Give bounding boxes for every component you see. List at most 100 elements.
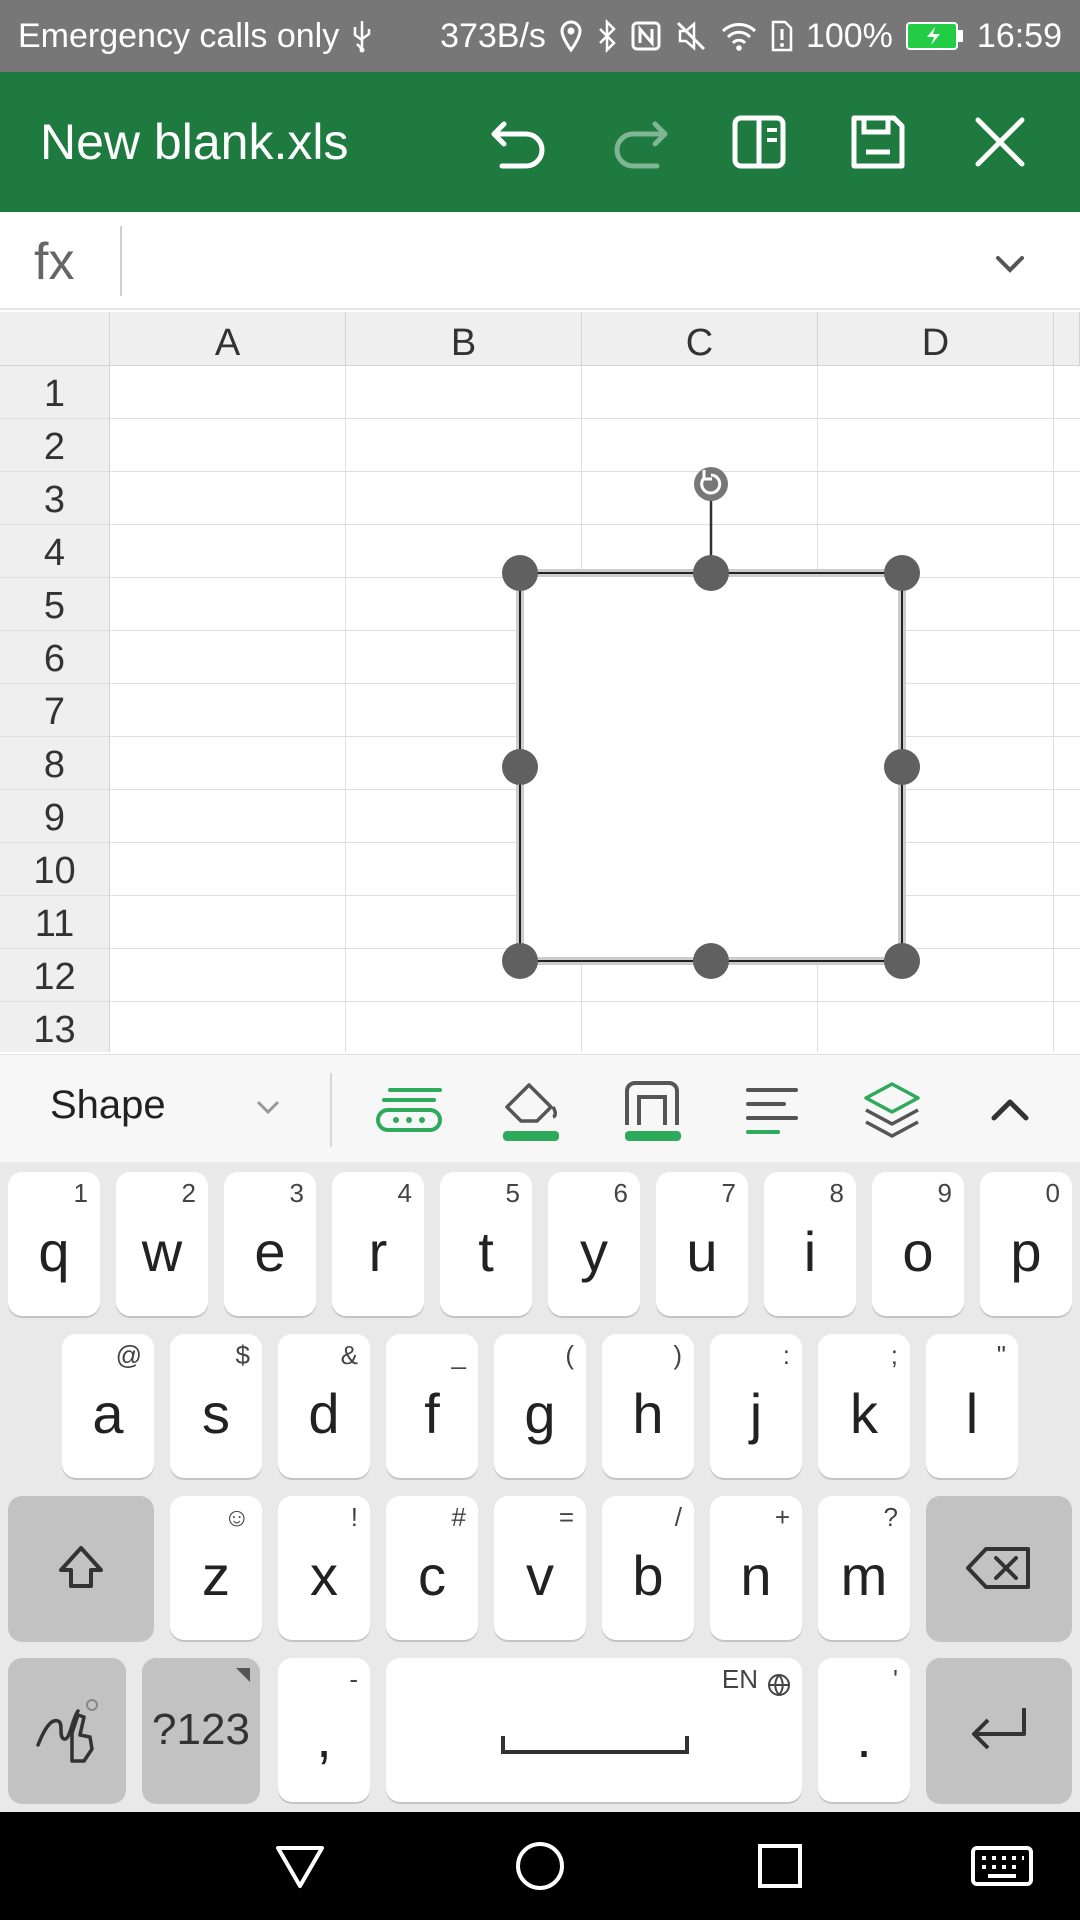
column-header-e[interactable] [1054, 312, 1080, 366]
formula-divider [120, 226, 122, 296]
recents-button[interactable] [748, 1834, 812, 1898]
row-header[interactable]: 6 [0, 631, 110, 684]
row-header[interactable]: 8 [0, 737, 110, 790]
line-style-icon [376, 1088, 442, 1132]
redo-icon [614, 121, 668, 169]
key-r[interactable]: r4 [332, 1172, 424, 1316]
row-header[interactable]: 7 [0, 684, 110, 737]
key-x[interactable]: x! [278, 1496, 370, 1640]
usb-icon [349, 19, 375, 53]
shift-key[interactable] [8, 1496, 154, 1640]
formula-input[interactable] [130, 222, 970, 300]
row-header[interactable]: 11 [0, 896, 110, 949]
grid-line [110, 471, 1080, 472]
row-header[interactable]: 13 [0, 1002, 110, 1052]
formula-expand-button[interactable] [990, 244, 1030, 284]
handwriting-key[interactable] [8, 1658, 126, 1802]
grid-line [110, 683, 1080, 684]
bluetooth-icon [596, 19, 618, 53]
key-w[interactable]: w2 [116, 1172, 208, 1316]
spreadsheet-grid[interactable]: A B C D 1 2 3 4 5 6 7 8 9 10 11 12 13 [0, 312, 1080, 1052]
select-all-corner[interactable] [0, 312, 110, 366]
column-header-a[interactable]: A [110, 312, 346, 366]
battery-percent: 100% [805, 16, 893, 55]
key-d[interactable]: d & [278, 1334, 370, 1478]
enter-key[interactable] [926, 1658, 1072, 1802]
collapse-toolbar-button[interactable] [970, 1075, 1050, 1145]
row-header[interactable]: 9 [0, 790, 110, 843]
app-header: New blank.xls [0, 72, 1080, 212]
fill-color-button[interactable] [490, 1075, 570, 1145]
home-button[interactable] [508, 1834, 572, 1898]
backspace-key[interactable] [926, 1496, 1072, 1640]
status-bar: Emergency calls only 373B/s 100% 16:59 [0, 0, 1080, 72]
key-f[interactable]: f _ [386, 1334, 478, 1478]
key-t[interactable]: t5 [440, 1172, 532, 1316]
key-p[interactable]: p0 [980, 1172, 1072, 1316]
key-m[interactable]: m? [818, 1496, 910, 1640]
key-o[interactable]: o9 [872, 1172, 964, 1316]
back-button[interactable] [268, 1834, 332, 1898]
shape-mode-select[interactable]: Shape [50, 1083, 166, 1128]
key-j[interactable]: j: [710, 1334, 802, 1478]
column-header-d[interactable]: D [818, 312, 1054, 366]
column-header-b[interactable]: B [346, 312, 582, 366]
key-u[interactable]: u7 [656, 1172, 748, 1316]
key-q[interactable]: q1 [8, 1172, 100, 1316]
network-speed: 373B/s [440, 16, 546, 55]
grid-line [110, 789, 1080, 790]
arrange-layers-button[interactable] [852, 1075, 932, 1145]
grid-line [110, 577, 1080, 578]
mute-icon [674, 19, 708, 53]
line-style-button[interactable] [372, 1075, 452, 1145]
key-v[interactable]: v = [494, 1496, 586, 1640]
enter-icon [972, 1708, 1026, 1750]
key-a[interactable]: a @ [62, 1334, 154, 1478]
mode-dropdown-button[interactable] [252, 1091, 284, 1123]
key-s[interactable]: s $ [170, 1334, 262, 1478]
undo-icon [491, 121, 545, 169]
align-button[interactable] [732, 1075, 812, 1145]
save-icon [851, 115, 905, 169]
battery-icon [905, 21, 965, 51]
key-period[interactable]: . ' [818, 1658, 910, 1802]
key-e[interactable]: e3 [224, 1172, 316, 1316]
globe-icon [768, 1674, 790, 1696]
document-title: New blank.xls [40, 114, 349, 170]
key-y[interactable]: y6 [548, 1172, 640, 1316]
row-header[interactable]: 5 [0, 578, 110, 631]
keyboard-switch-button[interactable] [962, 1834, 1042, 1898]
layers-icon [864, 1082, 920, 1138]
key-n[interactable]: n + [710, 1496, 802, 1640]
row-header[interactable]: 3 [0, 472, 110, 525]
book-icon [732, 115, 786, 169]
key-i[interactable]: i8 [764, 1172, 856, 1316]
paint-bucket-icon [503, 1083, 559, 1141]
key-c[interactable]: c # [386, 1496, 478, 1640]
corner-marker-icon [236, 1668, 250, 1682]
row-header[interactable]: 10 [0, 843, 110, 896]
key-z[interactable]: z ☺ [170, 1496, 262, 1640]
border-color-button[interactable] [612, 1075, 692, 1145]
grid-line [1053, 366, 1054, 1052]
symbols-key[interactable]: ?123 [142, 1658, 260, 1802]
key-h[interactable]: h) [602, 1334, 694, 1478]
redo-button[interactable] [603, 106, 675, 178]
undo-button[interactable] [484, 106, 556, 178]
row-header[interactable]: 1 [0, 366, 110, 419]
space-key[interactable]: EN [386, 1658, 802, 1802]
reading-mode-button[interactable] [723, 106, 795, 178]
key-l[interactable]: l " [926, 1334, 1018, 1478]
row-header[interactable]: 2 [0, 419, 110, 472]
key-b[interactable]: b / [602, 1496, 694, 1640]
row-header[interactable]: 12 [0, 949, 110, 1002]
column-header-c[interactable]: C [582, 312, 818, 366]
key-comma[interactable]: ,- [278, 1658, 370, 1802]
key-k[interactable]: k; [818, 1334, 910, 1478]
key-g[interactable]: g( [494, 1334, 586, 1478]
nfc-icon [630, 20, 662, 52]
close-button[interactable] [964, 106, 1036, 178]
space-icon [501, 1736, 689, 1754]
save-button[interactable] [842, 106, 914, 178]
row-header[interactable]: 4 [0, 525, 110, 578]
